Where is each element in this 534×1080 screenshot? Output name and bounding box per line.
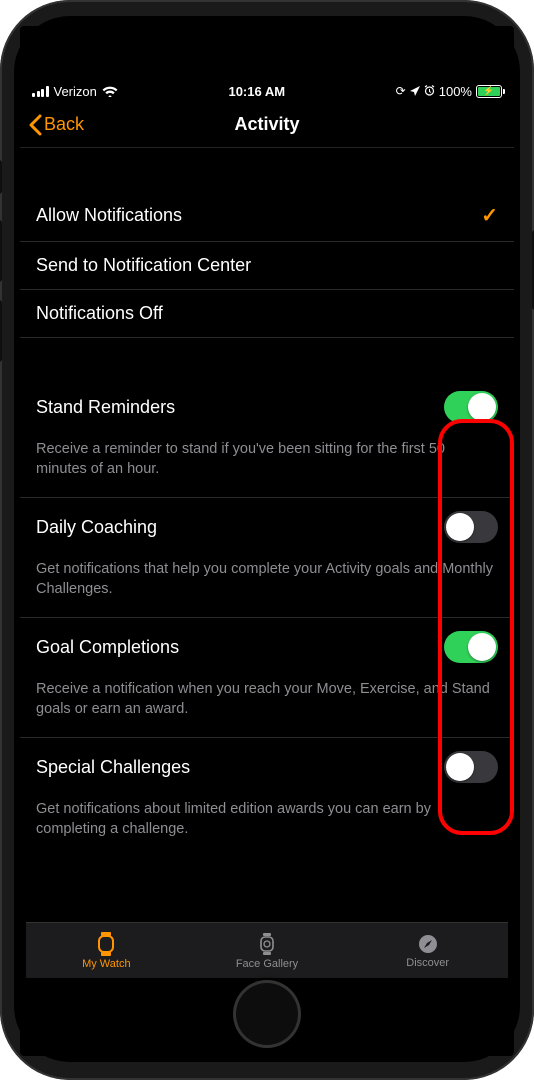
alarm-icon <box>424 84 435 99</box>
watch-icon <box>96 932 116 956</box>
notification-mode-group: Allow Notifications ✓ Send to Notificati… <box>20 190 514 338</box>
wifi-icon <box>102 85 118 97</box>
volume-down-button[interactable] <box>0 300 2 362</box>
face-gallery-icon <box>257 932 277 956</box>
clock-label: 10:16 AM <box>228 84 285 99</box>
tab-discover[interactable]: Discover <box>347 923 508 978</box>
row-stand-reminders: Stand Reminders <box>20 378 514 436</box>
setting-description: Get notifications that help you complete… <box>20 556 514 618</box>
rotation-lock-icon: ⟳ <box>396 84 406 98</box>
content-area: Allow Notifications ✓ Send to Notificati… <box>20 148 514 1056</box>
mute-switch[interactable] <box>0 160 2 194</box>
option-label: Send to Notification Center <box>36 255 251 276</box>
setting-title: Daily Coaching <box>36 517 157 538</box>
setting-description: Receive a reminder to stand if you've be… <box>20 436 514 498</box>
back-button[interactable]: Back <box>28 114 84 136</box>
setting-title: Stand Reminders <box>36 397 175 418</box>
option-notifications-off[interactable]: Notifications Off <box>20 290 514 338</box>
back-label: Back <box>44 114 84 135</box>
tab-face-gallery[interactable]: Face Gallery <box>187 923 348 978</box>
setting-description: Receive a notification when you reach yo… <box>20 676 514 738</box>
tab-label: My Watch <box>82 958 131 970</box>
toggle-goal-completions[interactable] <box>444 631 498 663</box>
navigation-bar: Back Activity <box>20 102 514 148</box>
toggle-stand-reminders[interactable] <box>444 391 498 423</box>
carrier-label: Verizon <box>54 84 97 99</box>
tab-my-watch[interactable]: My Watch <box>26 923 187 978</box>
screen: Verizon 10:16 AM ⟳ 10 <box>20 26 514 1056</box>
home-button[interactable] <box>233 980 301 1048</box>
setting-title: Special Challenges <box>36 757 190 778</box>
option-label: Notifications Off <box>36 303 163 324</box>
compass-icon <box>417 933 439 955</box>
cellular-signal-icon <box>32 86 49 97</box>
tab-label: Face Gallery <box>236 958 298 970</box>
setting-description: Get notifications about limited edition … <box>20 796 514 857</box>
row-special-challenges: Special Challenges <box>20 738 514 796</box>
phone-frame: Verizon 10:16 AM ⟳ 10 <box>0 0 534 1080</box>
option-label: Allow Notifications <box>36 205 182 226</box>
battery-percent: 100% <box>439 84 472 99</box>
tab-label: Discover <box>406 957 449 969</box>
status-bar: Verizon 10:16 AM ⟳ 10 <box>20 80 514 102</box>
setting-title: Goal Completions <box>36 637 179 658</box>
location-arrow-icon <box>410 84 420 99</box>
option-send-to-notification-center[interactable]: Send to Notification Center <box>20 242 514 290</box>
row-daily-coaching: Daily Coaching <box>20 498 514 556</box>
toggle-daily-coaching[interactable] <box>444 511 498 543</box>
page-title: Activity <box>234 114 299 135</box>
tab-bar: My Watch Face Gallery <box>26 922 508 978</box>
checkmark-icon: ✓ <box>481 203 498 228</box>
chevron-left-icon <box>28 114 42 136</box>
option-allow-notifications[interactable]: Allow Notifications ✓ <box>20 190 514 242</box>
volume-up-button[interactable] <box>0 220 2 282</box>
toggle-special-challenges[interactable] <box>444 751 498 783</box>
battery-icon: ⚡ <box>476 85 502 98</box>
row-goal-completions: Goal Completions <box>20 618 514 676</box>
